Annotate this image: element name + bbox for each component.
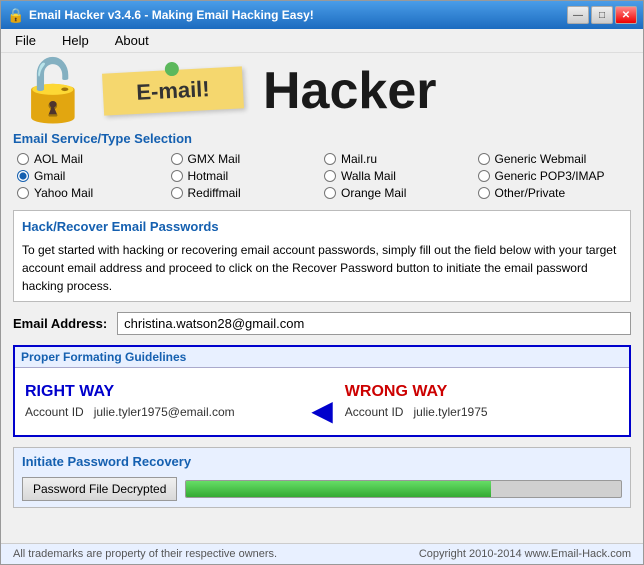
- radio-hotmail-label: Hotmail: [188, 169, 229, 183]
- radio-generic-web-input[interactable]: [478, 153, 490, 165]
- padlock-container: 🔓: [13, 61, 93, 121]
- radio-mailru-label: Mail.ru: [341, 152, 377, 166]
- formatting-title: Proper Formating Guidelines: [15, 347, 629, 368]
- radio-walla[interactable]: Walla Mail: [324, 169, 478, 183]
- radio-hotmail-input[interactable]: [171, 170, 183, 182]
- radio-gmail-label: Gmail: [34, 169, 65, 183]
- right-way-container: RIGHT WAY Account ID julie.tyler1975@ema…: [25, 383, 299, 419]
- radio-aol[interactable]: AOL Mail: [17, 152, 171, 166]
- menu-help[interactable]: Help: [54, 31, 97, 50]
- footer-right: Copyright 2010-2014 www.Email-Hack.com: [419, 548, 631, 560]
- email-service-label: Email Service/Type Selection: [13, 131, 631, 146]
- right-account-id: Account ID: [25, 405, 84, 419]
- window-title: Email Hacker v3.4.6 - Making Email Hacki…: [29, 8, 567, 22]
- hack-info-section: Hack/Recover Email Passwords To get star…: [13, 210, 631, 302]
- close-button[interactable]: ✕: [615, 6, 637, 24]
- radio-walla-label: Walla Mail: [341, 169, 396, 183]
- radio-aol-label: AOL Mail: [34, 152, 83, 166]
- radio-gmx[interactable]: GMX Mail: [171, 152, 325, 166]
- hack-section-description: To get started with hacking or recoverin…: [22, 241, 622, 295]
- radio-orange[interactable]: Orange Mail: [324, 186, 478, 200]
- radio-rediff-label: Rediffmail: [188, 186, 241, 200]
- email-note: E-mail!: [102, 66, 244, 115]
- radio-generic-web-label: Generic Webmail: [495, 152, 587, 166]
- minimize-button[interactable]: —: [567, 6, 589, 24]
- progress-bar-container: [185, 480, 622, 498]
- email-address-input[interactable]: [117, 312, 631, 335]
- hack-section-title: Hack/Recover Email Passwords: [22, 217, 622, 237]
- radio-other-label: Other/Private: [495, 186, 566, 200]
- wrong-account-id: Account ID: [345, 405, 404, 419]
- window-controls: — □ ✕: [567, 6, 637, 24]
- menu-bar: File Help About: [1, 29, 643, 53]
- radio-walla-input[interactable]: [324, 170, 336, 182]
- arrow-icon: ◀: [311, 394, 333, 427]
- radio-yahoo-label: Yahoo Mail: [34, 186, 93, 200]
- radio-generic-web[interactable]: Generic Webmail: [478, 152, 632, 166]
- recovery-title: Initiate Password Recovery: [22, 454, 622, 469]
- window-icon: 🔒: [7, 7, 23, 23]
- recovery-section: Initiate Password Recovery Password File…: [13, 447, 631, 508]
- email-address-label: Email Address:: [13, 316, 107, 331]
- wrong-way-account: Account ID julie.tyler1975: [345, 405, 619, 419]
- main-window: 🔒 Email Hacker v3.4.6 - Making Email Hac…: [0, 0, 644, 565]
- right-way-account: Account ID julie.tyler1975@email.com: [25, 405, 299, 419]
- radio-mailru-input[interactable]: [324, 153, 336, 165]
- menu-file[interactable]: File: [7, 31, 44, 50]
- formatting-content: RIGHT WAY Account ID julie.tyler1975@ema…: [15, 368, 629, 435]
- radio-pop3-label: Generic POP3/IMAP: [495, 169, 605, 183]
- radio-aol-input[interactable]: [17, 153, 29, 165]
- radio-orange-label: Orange Mail: [341, 186, 406, 200]
- radio-yahoo-input[interactable]: [17, 187, 29, 199]
- radio-pop3[interactable]: Generic POP3/IMAP: [478, 169, 632, 183]
- radio-group: AOL Mail GMX Mail Mail.ru Generic Webmai…: [13, 152, 631, 200]
- radio-mailru[interactable]: Mail.ru: [324, 152, 478, 166]
- title-bar: 🔒 Email Hacker v3.4.6 - Making Email Hac…: [1, 1, 643, 29]
- radio-other-input[interactable]: [478, 187, 490, 199]
- radio-other[interactable]: Other/Private: [478, 186, 632, 200]
- radio-orange-input[interactable]: [324, 187, 336, 199]
- brand-name: Hacker: [263, 61, 436, 121]
- radio-rediff-input[interactable]: [171, 187, 183, 199]
- right-way-label: RIGHT WAY: [25, 383, 299, 401]
- email-address-row: Email Address:: [13, 312, 631, 335]
- right-account-value: julie.tyler1975@email.com: [94, 405, 235, 419]
- wrong-way-label: WRONG WAY: [345, 383, 619, 401]
- radio-gmail-input[interactable]: [17, 170, 29, 182]
- radio-gmail[interactable]: Gmail: [17, 169, 171, 183]
- content-area: 🔓 E-mail! Hacker Email Service/Type Sele…: [1, 53, 643, 543]
- footer: All trademarks are property of their res…: [1, 543, 643, 564]
- app-header: 🔓 E-mail! Hacker: [13, 61, 631, 121]
- radio-hotmail[interactable]: Hotmail: [171, 169, 325, 183]
- progress-bar-fill: [186, 481, 490, 497]
- recovery-row: Password File Decrypted: [22, 477, 622, 501]
- password-file-button[interactable]: Password File Decrypted: [22, 477, 177, 501]
- radio-pop3-input[interactable]: [478, 170, 490, 182]
- menu-about[interactable]: About: [107, 31, 157, 50]
- radio-yahoo[interactable]: Yahoo Mail: [17, 186, 171, 200]
- formatting-section: Proper Formating Guidelines RIGHT WAY Ac…: [13, 345, 631, 437]
- wrong-account-value: julie.tyler1975: [414, 405, 488, 419]
- padlock-icon: 🔓: [16, 61, 91, 121]
- email-note-text: E-mail!: [136, 76, 211, 105]
- radio-rediff[interactable]: Rediffmail: [171, 186, 325, 200]
- radio-gmx-input[interactable]: [171, 153, 183, 165]
- radio-gmx-label: GMX Mail: [188, 152, 241, 166]
- wrong-way-container: WRONG WAY Account ID julie.tyler1975: [345, 383, 619, 419]
- footer-left: All trademarks are property of their res…: [13, 548, 277, 560]
- maximize-button[interactable]: □: [591, 6, 613, 24]
